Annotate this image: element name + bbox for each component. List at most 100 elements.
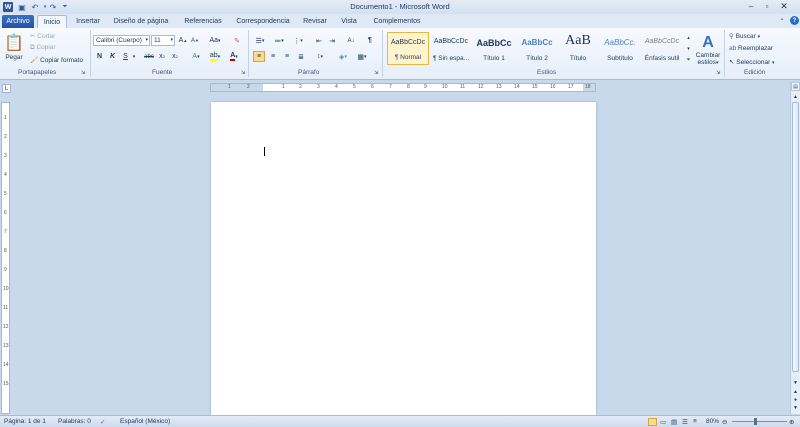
highlight-icon[interactable]: ab ▾ — [207, 51, 223, 62]
shading-icon[interactable]: ◈ ▾ — [336, 51, 350, 62]
outline-icon[interactable]: ☰ — [682, 418, 688, 426]
scroll-up-icon[interactable]: ▲ — [791, 92, 800, 101]
style-sample: AaBbCcDc — [433, 38, 469, 45]
borders-icon[interactable]: ▦ ▾ — [355, 51, 369, 62]
shrink-font-icon[interactable]: A ▼ — [190, 35, 200, 46]
style-titulo[interactable]: AaB Título — [557, 32, 599, 65]
horizontal-ruler[interactable]: 1 2 1 2 3 4 5 6 7 8 9 10 11 12 13 14 15 … — [210, 83, 596, 92]
styles-scroll-up-icon[interactable]: ▴ — [685, 33, 692, 43]
line-spacing-icon[interactable]: ↕ ▾ — [313, 51, 327, 62]
chevron-down-icon[interactable]: ▾ — [131, 51, 137, 62]
zoom-out-icon[interactable]: ⊖ — [722, 418, 727, 426]
superscript-icon[interactable]: x2 — [170, 51, 180, 62]
tab-diseno-de-pagina[interactable]: Diseño de página — [108, 15, 174, 28]
minimize-ribbon-icon[interactable]: ⌃ — [778, 16, 786, 26]
replace-button[interactable]: ab Reemplazar — [729, 45, 773, 52]
ruler-number: 12 — [478, 84, 484, 90]
paragraph-launcher-icon[interactable]: ⇲ — [374, 70, 378, 76]
bold-icon[interactable]: N — [95, 51, 104, 62]
zoom-in-icon[interactable]: ⊕ — [789, 418, 794, 426]
style-subtitulo[interactable]: AaBbCc. Subtítulo — [599, 32, 641, 65]
change-case-label: Aa — [209, 37, 219, 44]
select-button[interactable]: ↖ Seleccionar ▾ — [729, 58, 775, 66]
restore-icon[interactable]: ▫ — [760, 1, 774, 12]
document-page[interactable] — [211, 102, 596, 415]
close-icon[interactable]: ✕ — [777, 1, 791, 12]
multilevel-list-icon[interactable]: ⋮ ▾ — [291, 35, 305, 46]
font-launcher-icon[interactable]: ⇲ — [241, 70, 245, 76]
paste-button[interactable]: 📋 Pegar — [4, 31, 24, 63]
scroll-thumb[interactable] — [792, 102, 799, 372]
zoom-level[interactable]: 80% — [706, 418, 719, 425]
language-indicator[interactable]: Español (México) — [120, 418, 170, 425]
style-name: Título 1 — [483, 55, 505, 62]
draft-icon[interactable]: ≡ — [693, 418, 697, 425]
next-page-icon[interactable]: ▼ — [791, 404, 800, 412]
styles-scroll-down-icon[interactable]: ▾ — [685, 44, 692, 54]
tab-referencias[interactable]: Referencias — [176, 15, 230, 28]
print-layout-icon[interactable] — [648, 418, 657, 426]
styles-launcher-icon[interactable]: ⇲ — [716, 70, 720, 76]
style-sample: AaBbCcDc — [390, 39, 426, 46]
style-titulo-2[interactable]: AaBbCc Título 2 — [516, 32, 558, 65]
tab-insertar[interactable]: Insertar — [70, 15, 106, 28]
numbering-icon[interactable]: ≔ ▾ — [272, 35, 286, 46]
text-effects-icon[interactable]: A ▾ — [190, 51, 202, 62]
underline-icon[interactable]: S — [121, 51, 130, 62]
show-formatting-icon[interactable]: ¶ — [365, 35, 375, 46]
align-right-icon[interactable]: ≡ — [282, 51, 292, 62]
full-screen-reading-icon[interactable]: ▭ — [660, 418, 666, 426]
minimize-icon[interactable]: – — [744, 1, 758, 12]
align-left-icon[interactable]: ≡ — [253, 51, 265, 62]
select-browse-object-icon[interactable]: ● — [791, 396, 800, 404]
page-count[interactable]: Página: 1 de 1 — [4, 418, 46, 425]
change-styles-button[interactable]: A Cambiar estilos▾ — [694, 31, 722, 69]
tab-archivo[interactable]: Archivo — [2, 15, 34, 28]
ruler-number: 7 — [4, 229, 7, 235]
ruler-number: 8 — [407, 84, 410, 90]
strikethrough-icon[interactable]: abc — [143, 51, 155, 62]
vertical-scrollbar[interactable]: ▤ ▲ ▼ ▲ ● ▼ — [790, 82, 800, 414]
tab-selector-icon[interactable]: L — [2, 84, 11, 93]
styles-more-icon[interactable]: ⏷ — [685, 55, 692, 65]
copy-button[interactable]: ⧉ Copiar — [30, 44, 56, 52]
justify-icon[interactable]: ≣ — [296, 51, 306, 62]
ruler-number: 6 — [371, 84, 374, 90]
find-button[interactable]: ⚲ Buscar ▾ — [729, 32, 760, 40]
format-painter-button[interactable]: 🖌 Copiar formato — [30, 56, 83, 64]
web-layout-icon[interactable]: ▤ — [671, 418, 677, 426]
font-family-combo[interactable]: Calibri (Cuerpo) ▾ — [93, 35, 150, 46]
zoom-slider-thumb[interactable] — [754, 418, 757, 425]
previous-page-icon[interactable]: ▲ — [791, 388, 800, 396]
tab-vista[interactable]: Vista — [335, 15, 363, 28]
ruler-toggle-icon[interactable]: ▤ — [791, 82, 800, 91]
clipboard-launcher-icon[interactable]: ⇲ — [81, 70, 85, 76]
align-center-icon[interactable]: ≡ — [268, 51, 278, 62]
font-size-combo[interactable]: 11 ▾ — [151, 35, 175, 46]
word-count[interactable]: Palabras: 0 — [58, 418, 91, 425]
change-case-button[interactable]: Aa ▾ — [208, 35, 222, 46]
help-icon[interactable]: ? — [790, 16, 799, 25]
sort-icon[interactable]: A↓ — [346, 35, 356, 46]
tab-complementos[interactable]: Complementos — [366, 15, 428, 28]
subscript-icon[interactable]: x2 — [157, 51, 167, 62]
tab-inicio[interactable]: Inicio — [37, 15, 67, 28]
style-sin-espaciado[interactable]: AaBbCcDc ¶ Sin espa... — [430, 32, 472, 65]
grow-font-icon[interactable]: A ▲ — [178, 35, 188, 46]
cut-button[interactable]: ✂ Cortar — [30, 32, 55, 40]
clear-format-icon[interactable]: ✎ — [232, 35, 242, 46]
decrease-indent-icon[interactable]: ⇤ — [314, 35, 324, 46]
style-titulo-1[interactable]: AaBbCc Título 1 — [473, 32, 515, 65]
proofing-icon[interactable]: ✓ — [100, 418, 105, 426]
tab-correspondencia[interactable]: Correspondencia — [232, 15, 294, 28]
bullets-icon[interactable]: ☰ ▾ — [253, 35, 267, 46]
font-color-icon[interactable]: A ▾ — [227, 51, 241, 62]
tab-revisar[interactable]: Revisar — [297, 15, 333, 28]
scroll-down-icon[interactable]: ▼ — [791, 378, 800, 387]
style-normal[interactable]: AaBbCcDc ¶ Normal — [387, 32, 429, 65]
style-enfasis-sutil[interactable]: AaBbCcDc Énfasis sutil — [641, 32, 683, 65]
zoom-slider-track[interactable] — [732, 421, 787, 422]
increase-indent-icon[interactable]: ⇥ — [327, 35, 337, 46]
vertical-ruler[interactable]: 1 2 3 4 5 6 7 8 9 10 11 12 13 14 15 — [1, 102, 10, 414]
italic-icon[interactable]: K — [108, 51, 117, 62]
